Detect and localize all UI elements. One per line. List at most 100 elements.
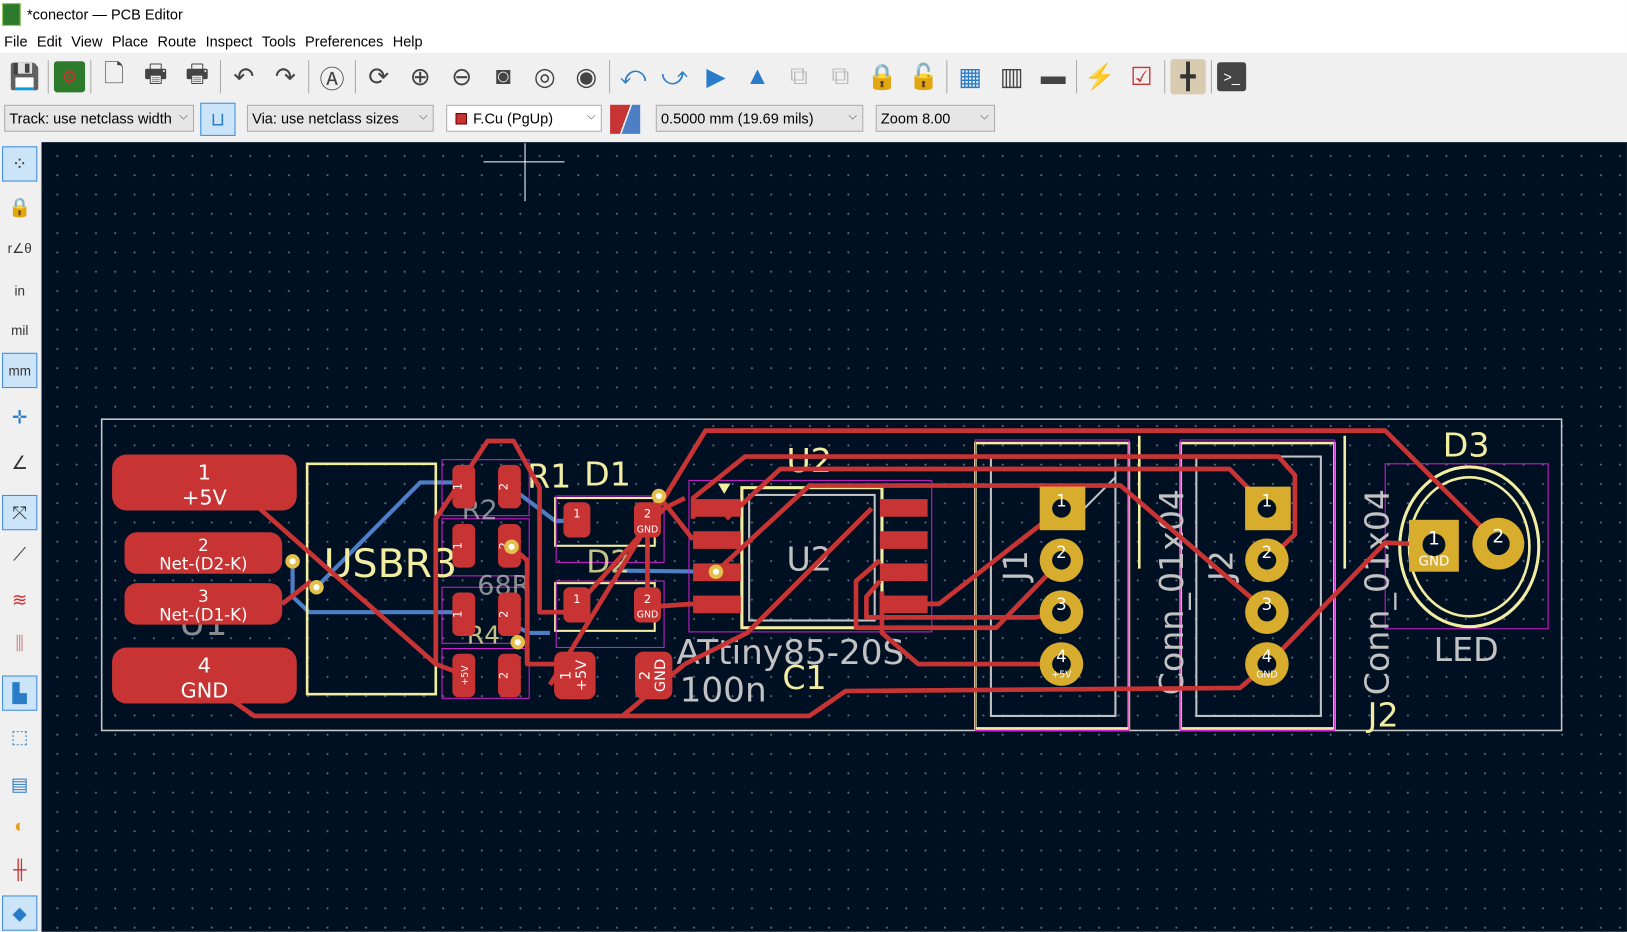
group-icon[interactable]: ⧉ xyxy=(781,59,816,94)
page-settings-icon[interactable]: 🗋 xyxy=(96,59,131,94)
polar-coords-icon[interactable]: r∠θ xyxy=(2,231,37,266)
pad[interactable] xyxy=(879,499,928,517)
menu-route[interactable]: Route xyxy=(153,33,201,50)
zoom-in-icon[interactable]: ⊕ xyxy=(403,59,438,94)
pad-net: GND xyxy=(637,609,658,620)
grid-toggle-icon[interactable]: ⁘ xyxy=(2,146,38,182)
zoom-selection-icon[interactable]: ◉ xyxy=(569,59,604,94)
scripting-console-icon[interactable]: >_ xyxy=(1217,62,1247,92)
pad[interactable] xyxy=(693,531,741,549)
separator xyxy=(1075,60,1078,94)
flip-icon[interactable]: ▶ xyxy=(698,59,733,94)
lock-icon[interactable]: 🔒 xyxy=(864,59,899,94)
layer-pair-icon[interactable] xyxy=(610,104,641,134)
menu-preferences[interactable]: Preferences xyxy=(301,33,389,50)
menu-file[interactable]: File xyxy=(0,33,33,50)
window-title: *conector — PCB Editor xyxy=(26,6,183,23)
j2-footprint: 1 2 3 4 GND xyxy=(1245,486,1291,686)
via-size-dropdown[interactable]: Via: use netclass sizes ⌵ xyxy=(246,104,434,132)
pad[interactable] xyxy=(879,595,928,614)
rotate-ccw-icon[interactable]: ⤺ xyxy=(615,59,650,94)
find-icon[interactable]: Ⓐ xyxy=(314,59,349,94)
menu-bar: File Edit View Place Route Inspect Tools… xyxy=(0,29,1627,53)
grid-size-dropdown[interactable]: 0.5000 mm (19.69 mils) ⌵ xyxy=(655,104,864,132)
save-icon[interactable]: 💾 xyxy=(7,59,42,94)
pad-number: 2 xyxy=(638,671,654,680)
via[interactable] xyxy=(285,554,300,569)
undo-icon[interactable]: ↶ xyxy=(226,59,261,94)
zoom-fit-icon[interactable]: ◙ xyxy=(486,59,521,94)
zoom-value: Zoom 8.00 xyxy=(880,109,951,127)
via-display-icon[interactable]: ⫼ xyxy=(2,626,37,661)
grid-lock-icon[interactable]: 🔒 xyxy=(2,190,37,225)
print-icon[interactable]: 🖶 xyxy=(138,59,173,94)
plot-icon[interactable]: 🖶 xyxy=(180,59,215,94)
auto-track-width-toggle[interactable]: ⊔ xyxy=(200,102,236,136)
pcb-canvas[interactable]: USBR3 U1 R1 R2 68R R4 D1 D2 U2 U2 ATtiny… xyxy=(41,142,1627,932)
pad[interactable] xyxy=(879,563,928,582)
angle-snap-icon[interactable]: ∠ xyxy=(2,445,37,480)
pad[interactable] xyxy=(879,531,928,549)
track-outline-icon[interactable]: ╫ xyxy=(2,852,37,887)
footprint-editor-icon[interactable]: ▬ xyxy=(1036,59,1071,94)
via[interactable] xyxy=(309,580,324,595)
mirror-icon[interactable]: ▲ xyxy=(740,59,775,94)
units-mil-icon[interactable]: mil xyxy=(2,312,37,347)
pad-number: 2 xyxy=(644,507,651,521)
pad[interactable] xyxy=(693,595,741,614)
via[interactable] xyxy=(708,564,724,579)
layers-manager-icon[interactable]: ◆ xyxy=(2,895,38,931)
rotate-cw-icon[interactable]: ⤻ xyxy=(657,59,692,94)
main-toolbar: 💾 ⚙ 🗋 🖶 🖶 ↶ ↷ Ⓐ ⟳ ⊕ ⊖ ◙ ◎ ◉ ⤺ ⤻ ▶ ▲ ⧉ ⧉ … xyxy=(0,52,1627,101)
pad-net: GND xyxy=(181,678,229,702)
via[interactable] xyxy=(510,635,526,650)
zone-fill-icon[interactable]: ▙ xyxy=(2,675,38,711)
units-mm-icon[interactable]: mm xyxy=(2,352,38,389)
curved-ratsnest-icon[interactable]: ⟋ xyxy=(2,536,37,571)
refresh-icon[interactable]: ⟳ xyxy=(361,59,396,94)
footprint-library-icon[interactable]: ▥ xyxy=(994,59,1029,94)
via[interactable] xyxy=(651,488,667,504)
units-inch-icon[interactable]: in xyxy=(2,273,37,308)
pad-number: 3 xyxy=(1056,595,1067,614)
zone-outline-icon[interactable]: ⬚ xyxy=(2,719,37,754)
cursor-crosshair-icon[interactable]: ✛ xyxy=(2,399,37,434)
track[interactable] xyxy=(257,506,464,677)
menu-tools[interactable]: Tools xyxy=(258,33,301,50)
via[interactable] xyxy=(504,539,519,555)
schematic-icon[interactable]: ⚡ xyxy=(1082,59,1117,94)
menu-inspect[interactable]: Inspect xyxy=(201,33,257,50)
menu-place[interactable]: Place xyxy=(108,33,154,50)
pad-number: 1 xyxy=(573,507,580,521)
zoom-out-icon[interactable]: ⊖ xyxy=(444,59,479,94)
j2-ref-text: J2 xyxy=(1366,695,1399,734)
pad-number: 1 xyxy=(573,592,580,606)
pad-number: 2 xyxy=(496,483,510,490)
menu-edit[interactable]: Edit xyxy=(33,33,67,50)
zoom-dropdown[interactable]: Zoom 8.00 ⌵ xyxy=(875,104,996,132)
drc-icon[interactable]: ☑ xyxy=(1124,59,1159,94)
netlist-update-icon[interactable]: ▦ xyxy=(953,59,988,94)
ungroup-icon[interactable]: ⧉ xyxy=(823,59,858,94)
zoom-objects-icon[interactable]: ◎ xyxy=(527,59,562,94)
via-outline-icon[interactable]: ◐ xyxy=(2,808,37,843)
separator xyxy=(609,60,611,94)
board-setup-icon[interactable]: ⚙ xyxy=(53,61,86,93)
unlock-icon[interactable]: 🔓 xyxy=(906,59,941,94)
menu-view[interactable]: View xyxy=(67,33,108,50)
layer-dropdown[interactable]: F.Cu (PgUp) ⌵ xyxy=(446,104,602,132)
ratsnest-icon[interactable]: ⤧ xyxy=(2,494,38,531)
track-width-dropdown[interactable]: Track: use netclass width ⌵ xyxy=(4,104,195,132)
pad-net: GND xyxy=(637,524,658,535)
track-display-icon[interactable]: ≋ xyxy=(2,582,37,617)
pad-number: 4 xyxy=(1056,647,1067,666)
c1-ref-text: C1 xyxy=(782,658,826,697)
pad[interactable] xyxy=(693,499,741,517)
pad-net: +5V xyxy=(182,485,228,509)
redo-icon[interactable]: ↷ xyxy=(268,59,303,94)
switch-to-schematic-icon[interactable]: ╋ xyxy=(1170,59,1206,95)
units-inch-label: in xyxy=(14,282,25,299)
menu-help[interactable]: Help xyxy=(389,33,428,50)
pad-outline-icon[interactable]: ▤ xyxy=(2,767,37,802)
track[interactable] xyxy=(903,506,1063,607)
